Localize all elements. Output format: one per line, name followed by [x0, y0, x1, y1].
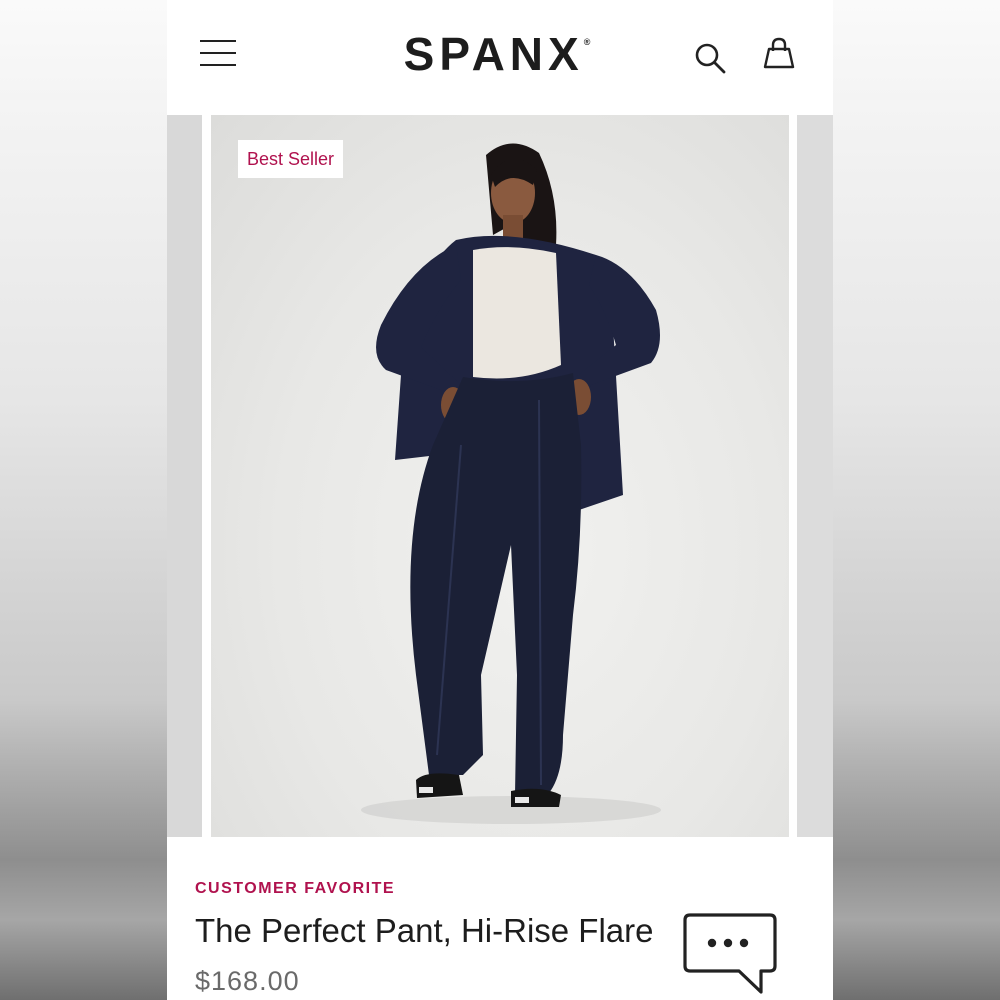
background-left-blur — [0, 0, 167, 1000]
site-header: SPANX® — [167, 0, 833, 115]
search-icon[interactable] — [692, 40, 728, 76]
product-title[interactable]: The Perfect Pant, Hi-Rise Flare — [195, 912, 654, 950]
best-seller-badge: Best Seller — [238, 140, 344, 178]
background-right-blur — [833, 0, 1000, 1000]
product-price: $168.00 — [195, 966, 300, 996]
product-image-carousel[interactable]: Best Seller — [167, 115, 833, 838]
model-figure — [361, 143, 661, 824]
product-image[interactable]: Best Seller — [211, 115, 789, 837]
previous-slide-peek[interactable] — [167, 115, 202, 837]
product-info: CUSTOMER FAVORITE The Perfect Pant, Hi-R… — [167, 838, 833, 1000]
mobile-page: SPANX® Best Seller CUSTOMER FAVORITE The… — [167, 0, 833, 1000]
brand-logo[interactable]: SPANX® — [367, 26, 627, 82]
shopping-bag-icon[interactable] — [761, 36, 797, 72]
product-eyebrow-label: CUSTOMER FAVORITE — [195, 880, 396, 897]
hamburger-menu-icon[interactable] — [200, 38, 238, 68]
next-slide-peek[interactable] — [797, 115, 833, 837]
chat-bubble-icon[interactable] — [679, 912, 781, 998]
